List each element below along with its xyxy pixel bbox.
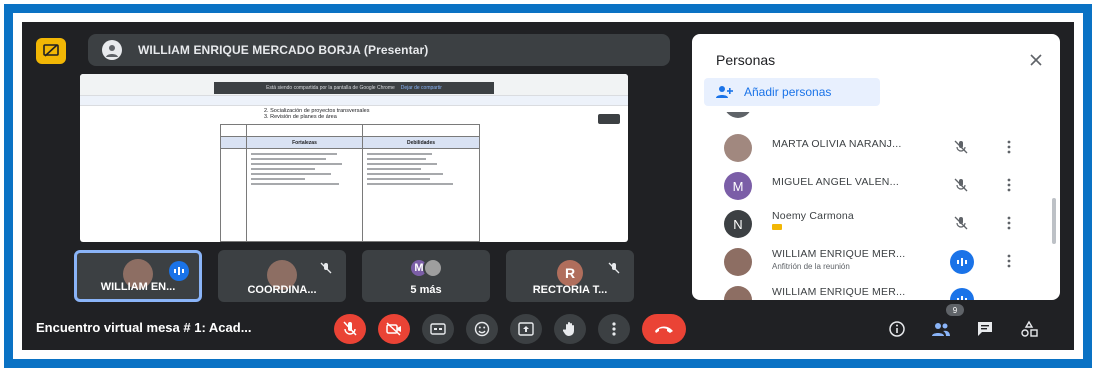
presenter-name: WILLIAM ENRIQUE MERCADO BORJA (Presentar…	[138, 43, 429, 57]
more-vert-icon[interactable]	[1004, 138, 1014, 156]
shared-screen: Está siendo compartida por la pantalla d…	[80, 74, 628, 242]
close-icon[interactable]	[1026, 50, 1046, 70]
doc-col-strengths: Fortalezas	[247, 137, 363, 148]
speaking-indicator-icon	[950, 250, 974, 274]
tile-label: RECTORIA T...	[532, 284, 608, 296]
meeting-details-button[interactable]	[884, 316, 910, 342]
presenter-avatar	[102, 40, 122, 60]
meeting-title: Encuentro virtual mesa # 1: Acad...	[36, 320, 252, 335]
raise-hand-button[interactable]	[554, 314, 586, 344]
activities-button[interactable]	[1016, 316, 1042, 342]
panel-title: Personas	[716, 52, 776, 68]
participant-photo	[724, 248, 752, 276]
presenter-bar: WILLIAM ENRIQUE MERCADO BORJA (Presentar…	[88, 34, 670, 66]
doc-table-header: Fortalezas Debilidades	[221, 137, 479, 149]
grouped-avatars: M	[409, 258, 443, 278]
camera-off-button[interactable]	[378, 314, 410, 344]
mic-off-icon	[318, 260, 334, 276]
page-number-tag	[598, 114, 620, 124]
participant-photo	[724, 134, 752, 162]
people-panel: Personas Añadir personas MARTA OLIVIA NA…	[692, 34, 1060, 300]
participant-count-badge: 9	[946, 304, 964, 316]
more-vert-icon[interactable]	[1004, 176, 1014, 194]
doc-table: Fortalezas Debilidades	[220, 124, 480, 242]
chat-button[interactable]	[972, 316, 998, 342]
sharing-banner-text: Está siendo compartida por la pantalla d…	[266, 85, 395, 91]
panel-scrollbar[interactable]	[1052, 198, 1056, 244]
participant-row[interactable]: WILLIAM ENRIQUE MER... Anfitrión de la r…	[692, 244, 1048, 280]
present-button[interactable]	[510, 314, 542, 344]
participant-row[interactable]: N Noemy Carmona	[692, 206, 1048, 242]
mic-off-icon	[952, 214, 970, 232]
leave-call-button[interactable]	[642, 314, 686, 344]
participant-row[interactable]: M MIGUEL ANGEL VALEN...	[692, 168, 1048, 204]
participant-name: MIGUEL ANGEL VALEN...	[772, 176, 899, 188]
avatar-letter: R	[557, 260, 583, 286]
participant-photo	[724, 286, 752, 300]
people-list: MARTA OLIVIA NARANJ... M MIGUEL ANGEL VA…	[692, 112, 1048, 300]
meet-window: WILLIAM ENRIQUE MERCADO BORJA (Presentar…	[22, 22, 1074, 350]
participant-photo	[724, 112, 752, 118]
participant-name: WILLIAM ENRIQUE MER...	[772, 248, 906, 260]
add-people-button[interactable]: Añadir personas	[704, 78, 880, 106]
avatar-letter: N	[724, 210, 752, 238]
participant-role: Anfitrión de la reunión	[772, 262, 850, 271]
speaking-indicator-icon	[950, 288, 974, 300]
doc-col-weaknesses: Debilidades	[406, 139, 436, 146]
add-person-icon	[716, 86, 733, 98]
people-button[interactable]	[928, 316, 954, 342]
add-people-label: Añadir personas	[744, 85, 832, 99]
participant-tile-more[interactable]: M 5 más	[362, 250, 490, 302]
presentation-badge-icon[interactable]	[36, 38, 66, 64]
doc-table-body	[221, 149, 479, 241]
participant-name: MARTA OLIVIA NARANJ...	[772, 138, 902, 150]
mic-off-button[interactable]	[334, 314, 366, 344]
mic-off-icon	[606, 260, 622, 276]
doc-page: 2. Socialización de proyectos transversa…	[220, 108, 480, 242]
participant-photo	[423, 258, 443, 278]
participant-tile-rectoria[interactable]: R RECTORIA T...	[506, 250, 634, 302]
participant-row[interactable]: WILLIAM ENRIQUE MER...	[692, 282, 1048, 300]
participant-tile-coordina[interactable]: COORDINA...	[218, 250, 346, 302]
doc-table-top-row	[221, 125, 479, 137]
participant-tile-william[interactable]: WILLIAM EN...	[74, 250, 202, 302]
stop-sharing-link[interactable]: Dejar de compartir	[401, 85, 442, 91]
doc-heading-2: 3. Revisión de planes de área	[264, 114, 337, 120]
participant-name: WILLIAM ENRIQUE MER...	[772, 286, 906, 298]
speaking-indicator-icon	[169, 261, 189, 281]
tile-label: 5 más	[410, 284, 442, 296]
emoji-button[interactable]	[466, 314, 498, 344]
captions-button[interactable]	[422, 314, 454, 344]
more-vert-icon[interactable]	[1004, 252, 1014, 270]
avatar-letter: M	[724, 172, 752, 200]
tile-label: COORDINA...	[247, 284, 317, 296]
more-options-button[interactable]	[598, 314, 630, 344]
tile-label: WILLIAM EN...	[100, 281, 176, 293]
mic-off-icon	[952, 138, 970, 156]
sharing-banner: Está siendo compartida por la pantalla d…	[214, 82, 494, 94]
participant-name: Noemy Carmona	[772, 210, 854, 222]
raised-hand-icon	[772, 224, 782, 230]
doc-toolbar	[80, 96, 628, 106]
participant-row[interactable]: MARTA OLIVIA NARANJ...	[692, 130, 1048, 166]
more-vert-icon[interactable]	[1004, 214, 1014, 232]
mic-off-icon	[952, 176, 970, 194]
